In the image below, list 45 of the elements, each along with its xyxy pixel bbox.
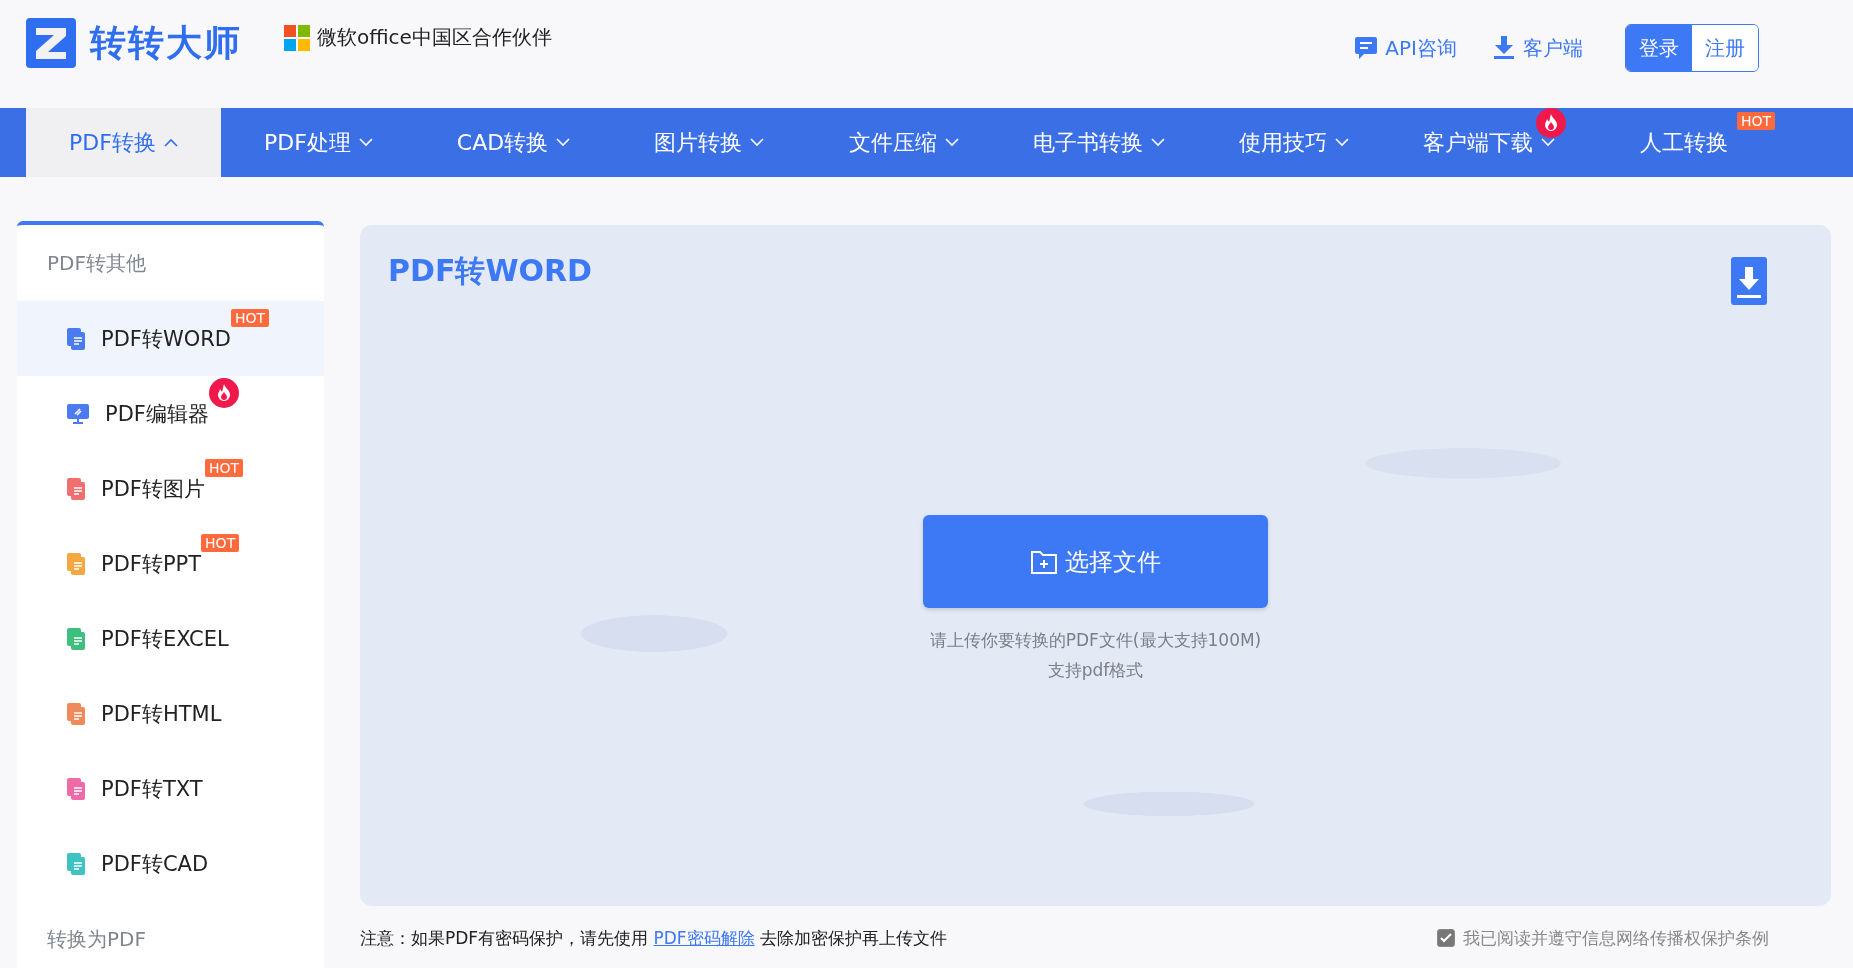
flame-badge-icon bbox=[1536, 108, 1566, 138]
z-logo-icon bbox=[26, 18, 76, 68]
nav-tab[interactable]: CAD转换 bbox=[416, 108, 611, 177]
login-button[interactable]: 登录 bbox=[1626, 25, 1692, 71]
client-link[interactable]: 客户端 bbox=[1493, 34, 1583, 62]
sidebar-item[interactable]: PDF转HTML bbox=[17, 676, 324, 751]
nav-tab[interactable]: 图片转换 bbox=[611, 108, 806, 177]
sidebar-item[interactable]: PDF编辑器 bbox=[17, 376, 324, 451]
sidebar-item[interactable]: PDF转CAD bbox=[17, 826, 324, 901]
hot-badge: HOT bbox=[230, 308, 270, 327]
sidebar-item[interactable]: PDF转PPT HOT bbox=[17, 526, 324, 601]
section-heading: 转换为PDF bbox=[46, 925, 147, 953]
agreement-text: 我已阅读并遵守信息网络传播权保护条例 bbox=[1463, 926, 1769, 950]
nav-tab[interactable]: 客户端下载 bbox=[1391, 108, 1586, 177]
sidebar-item[interactable]: PDF转WORD HOT bbox=[17, 301, 324, 376]
select-file-button[interactable]: 选择文件 bbox=[923, 515, 1268, 608]
sidebar-item[interactable]: PDF转EXCEL bbox=[17, 601, 324, 676]
notice-text: 注意：如果PDF有密码保护，请先使用 PDF密码解除 去除加密保护再上传文件 bbox=[360, 926, 948, 950]
upload-hint: 支持pdf格式 bbox=[1047, 659, 1144, 682]
chat-icon bbox=[1355, 36, 1378, 60]
download-icon bbox=[1493, 36, 1515, 60]
brand-name: 转转大师 bbox=[90, 20, 242, 65]
register-button[interactable]: 注册 bbox=[1692, 25, 1758, 71]
password-removal-link[interactable]: PDF密码解除 bbox=[653, 927, 755, 948]
flame-badge-icon bbox=[208, 377, 239, 408]
section-heading: PDF转其他 bbox=[46, 249, 147, 277]
folder-plus-icon bbox=[1030, 549, 1057, 574]
download-icon bbox=[1731, 257, 1767, 305]
hot-badge: HOT bbox=[1736, 112, 1775, 130]
hot-badge: HOT bbox=[204, 458, 244, 477]
upload-hint: 请上传你要转换的PDF文件(最大支持100M) bbox=[929, 629, 1262, 652]
nav-tab[interactable]: 使用技巧 bbox=[1196, 108, 1391, 177]
partner-text: 微软office中国区合作伙伴 bbox=[317, 24, 552, 51]
api-link[interactable]: API咨询 bbox=[1355, 34, 1457, 62]
nav-tab[interactable]: PDF处理 bbox=[221, 108, 416, 177]
page-title: PDF转WORD bbox=[388, 252, 592, 290]
nav-tab[interactable]: PDF转换 bbox=[26, 108, 221, 177]
nav-tab[interactable]: 文件压缩 bbox=[806, 108, 1001, 177]
sidebar-item[interactable]: PDF转TXT bbox=[17, 751, 324, 826]
nav-tab[interactable]: 电子书转换 bbox=[1001, 108, 1196, 177]
sidebar-item[interactable]: PDF转图片 HOT bbox=[17, 451, 324, 526]
nav-tab[interactable]: 人工转换 HOT bbox=[1586, 108, 1781, 177]
agreement-checkbox[interactable] bbox=[1437, 929, 1455, 947]
hot-badge: HOT bbox=[201, 533, 240, 552]
windows-logo-icon bbox=[284, 24, 310, 51]
